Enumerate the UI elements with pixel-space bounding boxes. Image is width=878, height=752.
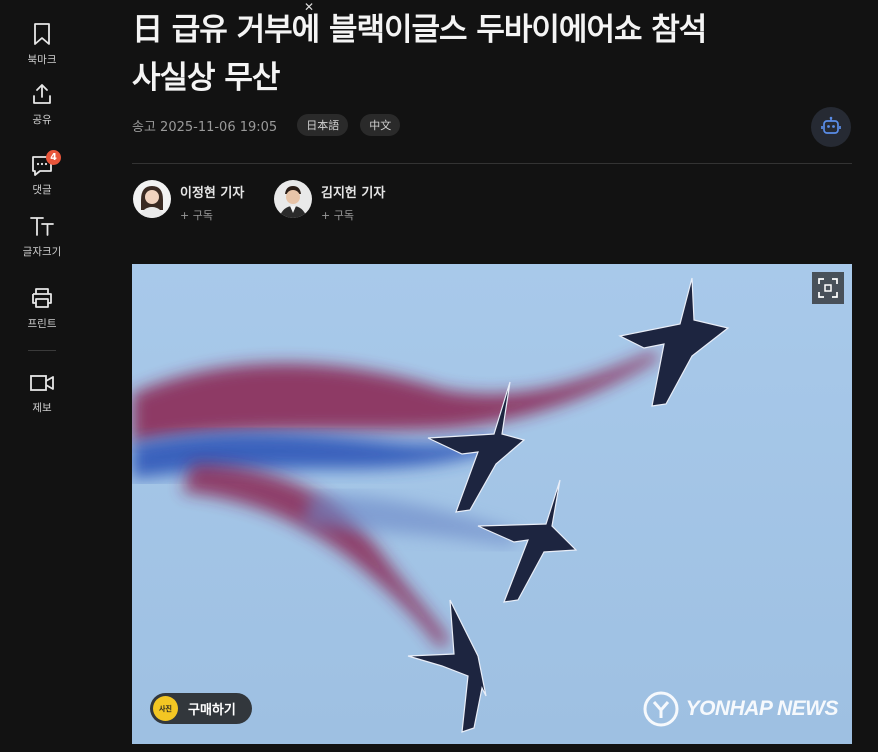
subscribe-button[interactable]: + 구독 xyxy=(321,207,385,223)
report-button[interactable]: 제보 xyxy=(0,372,84,415)
headline-line-2: 사실상 무산 xyxy=(132,60,280,96)
reporter-card: 김지헌 기자 + 구독 xyxy=(274,180,385,223)
comment-button[interactable]: 4 댓글 xyxy=(0,150,84,197)
robot-icon xyxy=(821,116,841,134)
reporter-name[interactable]: 이정현 기자 xyxy=(180,182,244,201)
report-label: 제보 xyxy=(32,402,52,414)
yonhap-logo-icon xyxy=(643,691,679,727)
reporter-name[interactable]: 김지헌 기자 xyxy=(321,182,385,201)
print-label: 프린트 xyxy=(27,318,57,330)
buy-photo-button[interactable]: 사진 구매하기 xyxy=(150,693,252,724)
watermark-text: YONHAP NEWS xyxy=(685,697,839,720)
language-japanese-button[interactable]: 日本語 xyxy=(297,114,349,136)
buy-photo-label: 구매하기 xyxy=(188,703,236,718)
expand-icon xyxy=(818,278,838,298)
article-photo[interactable]: 사진 구매하기 YONHAP NEWS xyxy=(132,264,852,744)
article-headline: 日 급유 거부에 블랙이글스 두바이에어쇼 참석 사실상 무산 xyxy=(132,6,832,102)
article-meta: 송고 2025-11-06 19:05 日本語 中文 xyxy=(132,113,412,137)
share-button[interactable]: 공유 xyxy=(0,82,84,127)
comment-label: 댓글 xyxy=(32,184,52,196)
meta-divider xyxy=(132,163,852,164)
sidebar-divider xyxy=(28,350,56,351)
print-button[interactable]: 프린트 xyxy=(0,286,84,331)
share-icon xyxy=(33,84,51,104)
photo-shop-icon: 사진 xyxy=(153,696,178,721)
airshow-photo-image xyxy=(132,264,852,744)
bookmark-label: 북마크 xyxy=(27,54,57,66)
subscribe-button[interactable]: + 구독 xyxy=(180,207,244,223)
print-icon xyxy=(32,288,52,308)
comment-count-badge: 4 xyxy=(46,150,61,165)
bookmark-icon xyxy=(34,23,50,45)
buy-icon-text: 사진 xyxy=(159,704,172,713)
yonhap-watermark: YONHAP NEWS xyxy=(642,690,839,728)
text-size-icon xyxy=(30,217,54,236)
reporter-avatar[interactable] xyxy=(274,180,312,218)
reporter-avatar[interactable] xyxy=(133,180,171,218)
article-tools-sidebar: 북마크 공유 4 댓글 글자크기 프린트 제보 xyxy=(0,0,84,752)
text-size-label: 글자크기 xyxy=(22,246,62,258)
sent-date: 송고 2025-11-06 19:05 xyxy=(132,119,278,135)
ai-assistant-button[interactable] xyxy=(811,107,851,147)
reporter-card: 이정현 기자 + 구독 xyxy=(133,180,244,223)
text-size-button[interactable]: 글자크기 xyxy=(0,214,84,259)
video-report-icon xyxy=(30,375,54,391)
language-chinese-button[interactable]: 中文 xyxy=(360,114,401,136)
expand-photo-button[interactable] xyxy=(812,272,844,304)
bookmark-button[interactable]: 북마크 xyxy=(0,22,84,67)
headline-line-1: 日 급유 거부에 블랙이글스 두바이에어쇼 참석 xyxy=(132,12,707,48)
share-label: 공유 xyxy=(32,114,52,126)
